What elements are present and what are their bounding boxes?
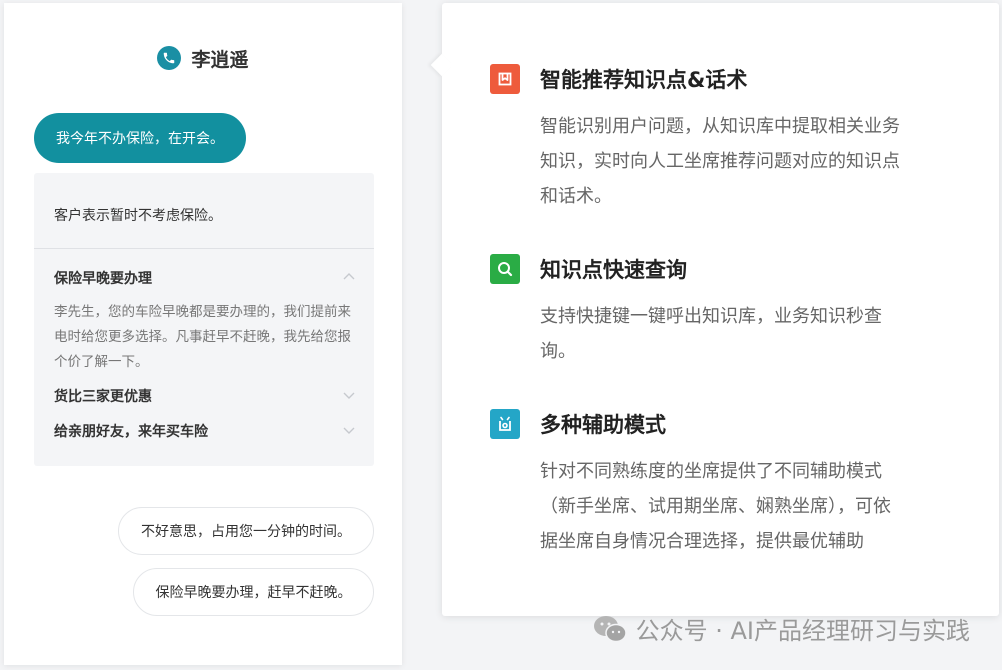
description-line: 针对不同熟练度的坐席提供了不同辅助模式 xyxy=(540,461,882,482)
description-line: 和话术。 xyxy=(540,186,612,207)
description-line: 据坐席自身情况合理选择，提供最优辅助 xyxy=(540,531,864,552)
suggestion-item[interactable]: 货比三家更优惠 xyxy=(54,386,356,406)
suggestion-body: 李先生，您的车险早晚都是要办理的，我们提前来电时给您更多选择。凡事赶早不赶晚，我… xyxy=(54,304,351,370)
search-icon xyxy=(490,254,520,284)
description-line: 知识，实时向人工坐席推荐问题对应的知识点 xyxy=(540,151,900,172)
chevron-up-icon[interactable] xyxy=(342,270,356,284)
contact-name: 李逍遥 xyxy=(191,48,249,71)
suggestion-title: 保险早晚要办理 xyxy=(54,271,152,287)
wechat-icon xyxy=(593,615,627,642)
chevron-down-icon[interactable] xyxy=(342,423,356,437)
description-line: 支持快捷键一键呼出知识库，业务知识秒查 xyxy=(540,306,882,327)
feature-title: 知识点快速查询 xyxy=(540,258,687,282)
description-line: 询。 xyxy=(540,341,576,362)
chevron-down-icon[interactable] xyxy=(342,388,356,402)
bookmark-icon xyxy=(490,64,520,94)
feature-assist-modes: 多种辅助模式 针对不同熟练度的坐席提供了不同辅助模式 （新手坐席、试用期坐席、娴… xyxy=(490,408,960,559)
description-line: 智能识别用户问题，从知识库中提取相关业务 xyxy=(540,116,900,137)
feature-quick-search: 知识点快速查询 支持快捷键一键呼出知识库，业务知识秒查 询。 xyxy=(490,253,960,369)
suggestion-title: 给亲朋好友，来年买车险 xyxy=(54,424,208,440)
assist-panel: 客户表示暂时不考虑保险。 保险早晚要办理 李先生，您的车险早晚都是要办理的，我们… xyxy=(34,173,374,466)
agent-message: 不好意思，占用您一分钟的时间。 xyxy=(118,507,374,555)
assist-icon xyxy=(490,409,520,439)
assist-summary: 客户表示暂时不考虑保险。 xyxy=(54,208,222,224)
watermark: 公众号 · AI产品经理研习与实践 xyxy=(592,611,970,646)
description-line: （新手坐席、试用期坐席、娴熟坐席），可依 xyxy=(540,496,891,517)
agent-message: 保险早晚要办理，赶早不赶晚。 xyxy=(133,568,374,616)
suggestion-item[interactable]: 给亲朋好友，来年买车险 xyxy=(54,421,356,441)
feature-card: 智能推荐知识点&话术 智能识别用户问题，从知识库中提取相关业务 知识，实时向人工… xyxy=(442,3,999,616)
suggestion-title: 货比三家更优惠 xyxy=(54,389,152,405)
feature-smart-recommend: 智能推荐知识点&话术 智能识别用户问题，从知识库中提取相关业务 知识，实时向人工… xyxy=(490,63,960,214)
watermark-text: 公众号 · AI产品经理研习与实践 xyxy=(635,617,970,645)
chat-card: 李逍遥 我今年不办保险，在开会。 客户表示暂时不考虑保险。 保险早晚要办理 李先… xyxy=(4,3,402,665)
suggestion-item[interactable]: 保险早晚要办理 李先生，您的车险早晚都是要办理的，我们提前来电时给您更多选择。凡… xyxy=(54,268,356,375)
feature-description: 支持快捷键一键呼出知识库，业务知识秒查 询。 xyxy=(540,299,950,369)
chat-header: 李逍遥 xyxy=(4,43,402,73)
feature-title: 多种辅助模式 xyxy=(540,413,666,437)
feature-title: 智能推荐知识点&话术 xyxy=(540,68,748,92)
divider xyxy=(34,248,374,249)
phone-icon[interactable] xyxy=(157,46,182,70)
feature-description: 针对不同熟练度的坐席提供了不同辅助模式 （新手坐席、试用期坐席、娴熟坐席），可依… xyxy=(540,454,950,559)
customer-message: 我今年不办保险，在开会。 xyxy=(34,113,246,163)
feature-description: 智能识别用户问题，从知识库中提取相关业务 知识，实时向人工坐席推荐问题对应的知识… xyxy=(540,109,950,214)
